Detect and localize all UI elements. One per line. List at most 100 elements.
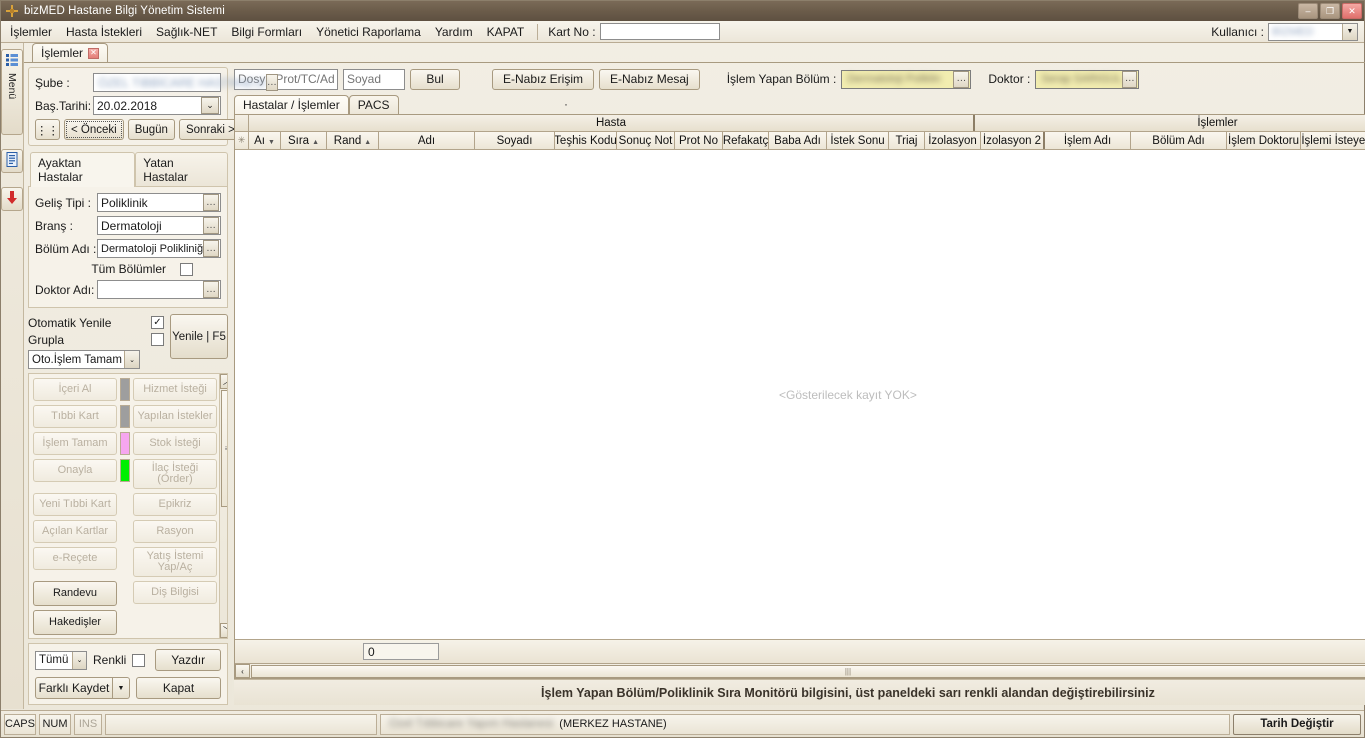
renkli-checkbox[interactable] <box>132 653 146 667</box>
doktor-field[interactable]: Serap SARIGÜL … <box>1035 69 1140 89</box>
enabiz-erisim-button[interactable]: E-Nabız Erişim <box>492 68 595 90</box>
chevron-down-icon[interactable]: ⌄ <box>201 97 219 114</box>
column-header-prot-no[interactable]: Prot No <box>675 132 723 149</box>
bolum-adi-browse-button[interactable]: … <box>203 240 219 257</box>
grid-body[interactable]: <Gösterilecek kayıt YOK> <box>235 150 1365 639</box>
action-stok-istegi[interactable]: Stok İsteği <box>133 432 217 455</box>
islem-yapan-bolum-browse-button[interactable]: … <box>953 70 970 88</box>
column-header-islem-doktoru[interactable]: İşlem Doktoru <box>1227 132 1301 149</box>
column-header-izolasyon-2[interactable]: İzolasyon 2 <box>981 132 1045 149</box>
action-epikriz[interactable]: Epikriz <box>133 493 217 516</box>
yazdir-button[interactable]: Yazdır <box>155 649 221 671</box>
action-ilac-istegi-order[interactable]: İlaç İsteği (Order) <box>133 459 217 489</box>
action-rasyon[interactable]: Rasyon <box>133 520 217 543</box>
action-hakedisler[interactable]: Hakedişler <box>33 610 117 635</box>
action-islem-tamam[interactable]: İşlem Tamam <box>33 432 117 455</box>
column-header-refakatci[interactable]: Refakatç <box>723 132 769 149</box>
action-e-recete[interactable]: e-Reçete <box>33 547 117 570</box>
scroll-thumb[interactable]: ||| <box>251 664 1365 678</box>
onceki-button[interactable]: < Önceki <box>64 119 124 140</box>
bolum-adi-field[interactable]: Dermatoloji Polikliniği … <box>97 239 221 258</box>
column-header-islem-adi[interactable]: İşlem Adı <box>1045 132 1131 149</box>
action-onayla[interactable]: Onayla <box>33 459 117 482</box>
sube-field[interactable]: ÖZEL TIBBİCARE HASTANESİ … <box>93 73 278 92</box>
action-yeni-tibbi-kart[interactable]: Yeni Tıbbi Kart <box>33 493 117 516</box>
sube-browse-button[interactable]: … <box>265 74 278 91</box>
down-arrow-rail-button[interactable] <box>1 187 23 211</box>
doktor-browse-button[interactable]: … <box>1122 70 1138 88</box>
gelis-tipi-field[interactable]: Poliklinik … <box>97 193 221 212</box>
column-header-teshis-kodu[interactable]: Teşhis Kodu <box>555 132 617 149</box>
tab-yatan-hastalar[interactable]: Yatan Hastalar <box>135 152 228 187</box>
action-tibbi-kart[interactable]: Tıbbi Kart <box>33 405 117 428</box>
action-yatis-istemi[interactable]: Yatış İstemi Yap/Aç <box>133 547 217 577</box>
doktor-adi-field[interactable]: … <box>97 280 221 299</box>
scroll-left-icon[interactable]: ‹ <box>235 664 250 678</box>
menu-item-islemler[interactable]: İşlemler <box>3 23 59 41</box>
column-header-soyadi[interactable]: Soyadı <box>475 132 555 149</box>
column-header-triaj[interactable]: Triaj <box>889 132 925 149</box>
column-header-adi[interactable]: Adı <box>379 132 475 149</box>
action-scrollbar[interactable]: ︿ ≡ ﹀ <box>219 374 227 638</box>
bul-button[interactable]: Bul <box>410 68 460 90</box>
tab-pacs[interactable]: PACS <box>348 95 399 114</box>
menu-item-kapat[interactable]: KAPAT <box>480 23 532 41</box>
islem-yapan-bolum-field[interactable]: Dermatoloji Poliklin … <box>841 69 972 89</box>
enabiz-mesaj-button[interactable]: E-Nabız Mesaj <box>599 68 700 90</box>
tumu-combo[interactable]: Tümü ⌄ <box>35 650 87 670</box>
menu-rail-button[interactable]: Menü <box>1 49 23 135</box>
maximize-button[interactable]: ❐ <box>1320 3 1340 19</box>
gelis-tipi-browse-button[interactable]: … <box>203 194 219 211</box>
menu-item-bilgi-formlari[interactable]: Bilgi Formları <box>224 23 309 41</box>
calendar-grid-button[interactable]: ⋮⋮ <box>35 119 60 140</box>
minimize-button[interactable]: – <box>1298 3 1318 19</box>
menu-item-yardim[interactable]: Yardım <box>428 23 480 41</box>
action-hizmet-istegi[interactable]: Hizmet İsteği <box>133 378 217 401</box>
kullanici-combo[interactable]: BİZMED ▼ <box>1268 22 1358 41</box>
column-header-bolum-adi[interactable]: Bölüm Adı <box>1131 132 1227 149</box>
otomatik-yenile-checkbox[interactable]: ✓ <box>151 316 164 329</box>
oto-islem-combo[interactable]: Oto.İşlem Tamam ⌄ <box>28 350 140 369</box>
column-header-sira[interactable]: Sıra <box>281 132 327 149</box>
brans-field[interactable]: Dermatoloji … <box>97 216 221 235</box>
action-yapilan-istekler[interactable]: Yapılan İstekler <box>133 405 217 428</box>
yenile-button[interactable]: Yenile | F5 <box>170 314 228 359</box>
record-count-field[interactable]: 0 <box>363 643 439 660</box>
row-selector-icon[interactable]: ✳ <box>235 132 249 149</box>
bas-tarihi-field[interactable]: 20.02.2018 ⌄ <box>93 96 221 115</box>
chevron-down-icon[interactable]: ⌄ <box>124 351 139 368</box>
tarih-degistir-button[interactable]: Tarih Değiştir <box>1233 713 1361 735</box>
grupla-checkbox[interactable] <box>151 333 164 346</box>
action-dis-bilgisi[interactable]: Diş Bilgisi <box>133 581 217 604</box>
doktor-adi-browse-button[interactable]: … <box>203 281 219 298</box>
farkli-kaydet-button[interactable]: Farklı Kaydet <box>35 677 113 699</box>
kapat-button[interactable]: Kapat <box>136 677 221 699</box>
chevron-down-icon[interactable]: ⌄ <box>72 651 86 669</box>
column-header-ad[interactable]: Aı <box>249 132 281 149</box>
menu-item-hasta-istekleri[interactable]: Hasta İstekleri <box>59 23 149 41</box>
close-button[interactable]: ✕ <box>1342 3 1362 19</box>
tab-hastalar-islemler[interactable]: Hastalar / İşlemler <box>234 95 349 114</box>
bugun-button[interactable]: Bugün <box>127 119 175 140</box>
column-header-islemi-isteyen[interactable]: İşlemi İsteyen <box>1301 132 1365 149</box>
document-rail-button[interactable] <box>1 149 23 173</box>
close-icon[interactable]: ✕ <box>88 47 100 59</box>
tab-ayaktan-hastalar[interactable]: Ayaktan Hastalar <box>30 152 136 187</box>
action-acilan-kartlar[interactable]: Açılan Kartlar <box>33 520 117 543</box>
action-randevu[interactable]: Randevu <box>33 581 117 606</box>
menu-item-saglik-net[interactable]: Sağlık-NET <box>149 23 224 41</box>
chevron-down-icon[interactable]: ▼ <box>1342 23 1357 40</box>
farkli-kaydet-dropdown[interactable]: ▼ <box>113 677 130 699</box>
grid-horizontal-scrollbar[interactable]: ‹ ||| › <box>235 663 1365 678</box>
scroll-down-icon[interactable]: ﹀ <box>220 623 227 638</box>
column-header-istek-sonu[interactable]: İstek Sonu <box>827 132 889 149</box>
column-header-baba-adi[interactable]: Baba Adı <box>769 132 827 149</box>
soyad-input[interactable] <box>343 68 405 90</box>
action-iceri-al[interactable]: İçeri Al <box>33 378 117 401</box>
brans-browse-button[interactable]: … <box>203 217 219 234</box>
document-tab-islemler[interactable]: İşlemler ✕ <box>32 43 109 62</box>
scroll-thumb[interactable]: ≡ <box>220 390 227 507</box>
kart-no-input[interactable] <box>599 23 720 40</box>
column-header-sonuc-not[interactable]: Sonuç Not <box>617 132 675 149</box>
column-header-rand[interactable]: Rand <box>327 132 379 149</box>
